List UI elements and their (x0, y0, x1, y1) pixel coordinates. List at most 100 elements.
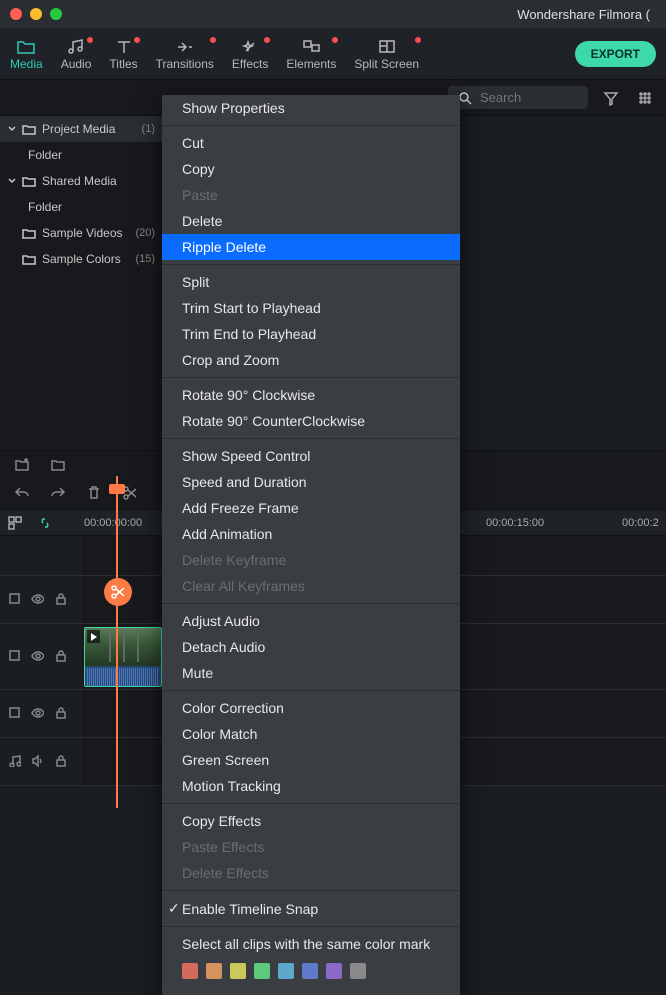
ruler-timestamp: 00:00:2 (622, 517, 659, 529)
timeline-link-button[interactable] (30, 516, 60, 530)
speaker-icon (31, 754, 44, 767)
track-lock-button[interactable] (54, 649, 67, 665)
sidebar-item-project-media[interactable]: Project Media (1) (0, 116, 163, 142)
ctx-select-color-mark[interactable]: Select all clips with the same color mar… (162, 931, 460, 957)
split-screen-icon (377, 37, 397, 55)
search-box[interactable] (448, 86, 588, 109)
ctx-rotate-ccw[interactable]: Rotate 90° CounterClockwise (162, 408, 460, 434)
ctx-copy[interactable]: Copy (162, 156, 460, 182)
sidebar-item-sample-videos[interactable]: Sample Videos (20) (0, 220, 163, 246)
ctx-green-screen[interactable]: Green Screen (162, 747, 460, 773)
color-mark-swatch[interactable] (206, 963, 222, 979)
color-mark-row (162, 957, 460, 985)
menu-separator (162, 926, 460, 927)
track-mute-button[interactable] (31, 754, 44, 770)
ctx-detach-audio[interactable]: Detach Audio (162, 634, 460, 660)
search-input[interactable] (480, 90, 570, 105)
ctx-timeline-snap[interactable]: ✓ Enable Timeline Snap (162, 895, 460, 922)
track-visibility-button[interactable] (31, 649, 44, 665)
ctx-trim-end[interactable]: Trim End to Playhead (162, 321, 460, 347)
track-visibility-button[interactable] (31, 706, 44, 722)
color-mark-swatch[interactable] (326, 963, 342, 979)
ctx-paste-effects: Paste Effects (162, 834, 460, 860)
grid-view-button[interactable] (634, 87, 656, 109)
ctx-freeze-frame[interactable]: Add Freeze Frame (162, 495, 460, 521)
ctx-speed-control[interactable]: Show Speed Control (162, 443, 460, 469)
lock-icon (54, 754, 67, 767)
ctx-copy-effects[interactable]: Copy Effects (162, 808, 460, 834)
folder-icon (22, 227, 36, 239)
tab-titles[interactable]: Titles (109, 37, 137, 71)
tab-effects[interactable]: Effects (232, 37, 268, 71)
ctx-color-match[interactable]: Color Match (162, 721, 460, 747)
new-folder-button[interactable] (14, 456, 30, 475)
ctx-color-correction[interactable]: Color Correction (162, 695, 460, 721)
ctx-clear-keyframes: Clear All Keyframes (162, 573, 460, 599)
ctx-adjust-audio[interactable]: Adjust Audio (162, 608, 460, 634)
ctx-speed-duration[interactable]: Speed and Duration (162, 469, 460, 495)
ctx-ripple-delete[interactable]: Ripple Delete (162, 234, 460, 260)
notification-dot (87, 37, 93, 43)
track-toggle-button[interactable] (8, 706, 21, 722)
color-mark-swatch[interactable] (302, 963, 318, 979)
track-music-button[interactable] (8, 754, 21, 770)
track-visibility-button[interactable] (31, 592, 44, 608)
export-button[interactable]: EXPORT (575, 41, 656, 67)
ctx-delete[interactable]: Delete (162, 208, 460, 234)
tab-elements[interactable]: Elements (286, 37, 336, 71)
color-mark-swatch[interactable] (350, 963, 366, 979)
playhead-line[interactable] (116, 476, 118, 808)
ctx-show-properties[interactable]: Show Properties (162, 95, 460, 121)
tab-audio[interactable]: Audio (61, 37, 92, 71)
color-mark-swatch[interactable] (182, 963, 198, 979)
redo-button[interactable] (50, 485, 66, 504)
sidebar-item-sample-colors[interactable]: Sample Colors (15) (0, 246, 163, 272)
ctx-add-animation[interactable]: Add Animation (162, 521, 460, 547)
menu-separator (162, 125, 460, 126)
ctx-cut[interactable]: Cut (162, 130, 460, 156)
ctx-crop-zoom[interactable]: Crop and Zoom (162, 347, 460, 373)
folder-icon (50, 456, 66, 472)
ctx-split[interactable]: Split (162, 269, 460, 295)
menu-separator (162, 377, 460, 378)
tab-transitions[interactable]: Transitions (156, 37, 214, 71)
track-toggle-button[interactable] (8, 592, 21, 608)
music-icon (8, 754, 21, 767)
maximize-window-button[interactable] (50, 8, 62, 20)
color-mark-swatch[interactable] (254, 963, 270, 979)
track-lock-button[interactable] (54, 592, 67, 608)
main-tabs: Media Audio Titles Transitions Effects E… (0, 28, 666, 80)
sidebar-item-folder[interactable]: Folder (0, 194, 163, 220)
menu-separator (162, 890, 460, 891)
sidebar-item-shared-media[interactable]: Shared Media (0, 168, 163, 194)
sidebar-item-label: Project Media (42, 122, 115, 136)
track-toggle-button[interactable] (8, 649, 21, 665)
grid-icon (8, 516, 22, 530)
color-mark-swatch[interactable] (230, 963, 246, 979)
track-lock-button[interactable] (54, 754, 67, 770)
close-window-button[interactable] (10, 8, 22, 20)
tab-split-screen[interactable]: Split Screen (354, 37, 419, 71)
sidebar-item-folder[interactable]: Folder (0, 142, 163, 168)
filter-button[interactable] (600, 87, 622, 109)
transitions-icon (175, 37, 195, 55)
window-title: Wondershare Filmora ( (62, 7, 656, 22)
video-clip[interactable] (84, 627, 162, 687)
effects-icon (240, 37, 260, 55)
undo-button[interactable] (14, 485, 30, 504)
menu-separator (162, 803, 460, 804)
track-lock-button[interactable] (54, 706, 67, 722)
tab-media[interactable]: Media (10, 37, 43, 71)
color-mark-swatch[interactable] (278, 963, 294, 979)
ctx-trim-start[interactable]: Trim Start to Playhead (162, 295, 460, 321)
timeline-tool-button[interactable] (0, 516, 30, 530)
delete-button[interactable] (86, 485, 102, 504)
minimize-window-button[interactable] (30, 8, 42, 20)
ctx-rotate-cw[interactable]: Rotate 90° Clockwise (162, 382, 460, 408)
playhead-scissor-button[interactable] (104, 578, 132, 606)
playhead-handle[interactable] (109, 484, 125, 494)
tab-label: Effects (232, 57, 268, 71)
ctx-motion-tracking[interactable]: Motion Tracking (162, 773, 460, 799)
ctx-mute[interactable]: Mute (162, 660, 460, 686)
folder-button[interactable] (50, 456, 66, 475)
